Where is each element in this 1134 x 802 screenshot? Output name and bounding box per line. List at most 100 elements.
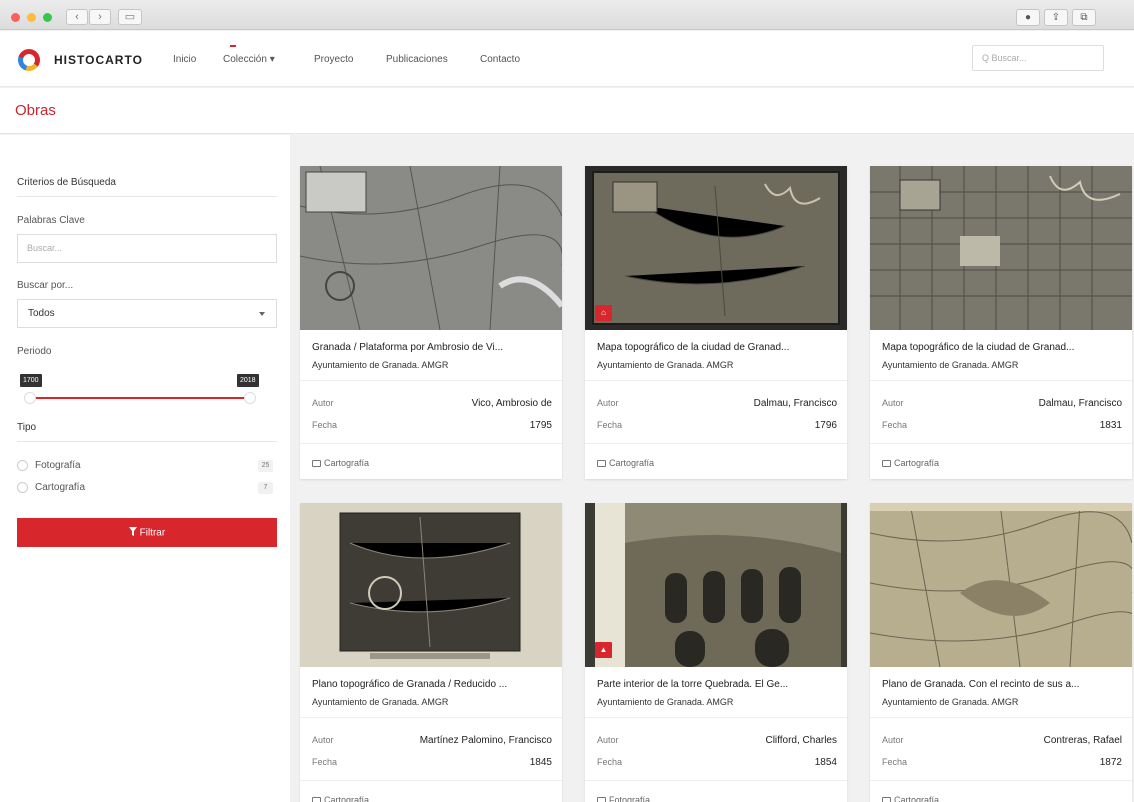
card-meta: Autor Vico, Ambrosio de Fecha 1795	[300, 380, 562, 444]
filter-button[interactable]: Filtrar	[17, 518, 277, 547]
card-thumbnail[interactable]	[300, 166, 562, 330]
author-key: Autor	[882, 398, 904, 408]
date-key: Fecha	[597, 420, 623, 430]
photo-badge-icon: ▲	[595, 642, 612, 658]
sidebar-toggle-icon[interactable]: ▭	[118, 9, 142, 25]
result-card[interactable]: Mapa topográfico de la ciudad de Granad.…	[870, 166, 1132, 479]
period-slider-track[interactable]	[30, 397, 250, 399]
card-title[interactable]: Plano de Granada. Con el recinto de sus …	[882, 679, 1122, 690]
author-key: Autor	[882, 735, 904, 745]
period-label: Periodo	[17, 346, 52, 357]
photo-icon	[597, 797, 606, 802]
card-owner: Ayuntamiento de Granada. AMGR	[882, 697, 1019, 707]
close-window-icon[interactable]	[11, 13, 20, 22]
extension-icon[interactable]: ●	[1016, 9, 1040, 26]
type-checkbox-cartografia[interactable]	[17, 482, 28, 493]
nav-item-coleccion[interactable]: Colección ▾	[223, 54, 275, 65]
card-owner: Ayuntamiento de Granada. AMGR	[312, 360, 449, 370]
card-thumbnail[interactable]	[585, 503, 847, 667]
card-owner: Ayuntamiento de Granada. AMGR	[882, 360, 1019, 370]
author-value: Contreras, Rafael	[1043, 735, 1122, 746]
page-header: Obras	[0, 88, 1134, 134]
card-thumbnail[interactable]	[870, 166, 1132, 330]
tabs-icon[interactable]: ⧉	[1072, 9, 1096, 26]
map-icon	[312, 797, 321, 802]
forward-icon[interactable]: ›	[89, 9, 111, 25]
period-max-value: 2018	[237, 374, 259, 387]
card-title[interactable]: Plano topográfico de Granada / Reducido …	[312, 679, 552, 690]
search-input[interactable]: Q Buscar...	[972, 45, 1104, 71]
divider	[17, 196, 277, 197]
type-checkbox-fotografia[interactable]	[17, 460, 28, 471]
period-slider-min-handle[interactable]	[24, 392, 36, 404]
share-icon[interactable]: ⇪	[1044, 9, 1068, 26]
type-count-cartografia: 7	[258, 482, 273, 494]
author-value: Vico, Ambrosio de	[471, 398, 552, 409]
logo-icon[interactable]	[18, 49, 40, 71]
period-slider-max-handle[interactable]	[244, 392, 256, 404]
card-owner: Ayuntamiento de Granada. AMGR	[312, 697, 449, 707]
author-key: Autor	[312, 398, 334, 408]
brand-name[interactable]: HISTOCARTO	[54, 53, 143, 67]
map-icon	[312, 460, 321, 467]
card-meta: Autor Martínez Palomino, Francisco Fecha 18…	[300, 717, 562, 781]
date-value: 1796	[814, 420, 837, 431]
back-icon[interactable]: ‹	[66, 9, 88, 25]
card-type-label: Fotografía	[609, 795, 651, 802]
result-card[interactable]: Granada / Plataforma por Ambrosio de Vi.…	[300, 166, 562, 479]
keywords-input[interactable]: Buscar...	[17, 234, 277, 263]
divider	[17, 441, 277, 442]
author-value: Dalmau, Francisco	[1038, 398, 1122, 409]
date-value: 1831	[1099, 420, 1122, 431]
funnel-icon	[128, 526, 140, 539]
card-type-label: Cartografía	[894, 458, 940, 468]
card-owner: Ayuntamiento de Granada. AMGR	[597, 697, 734, 707]
result-card[interactable]: ⌂ Mapa topográfico de la ciudad de Granad…	[585, 166, 847, 479]
type-heading: Tipo	[17, 422, 37, 433]
date-key: Fecha	[882, 757, 908, 767]
card-thumbnail[interactable]	[585, 166, 847, 330]
map-badge-icon: ⌂	[595, 305, 612, 321]
card-type-label: Cartografía	[894, 795, 940, 802]
card-meta: Autor Dalmau, Francisco Fecha 1796	[585, 380, 847, 444]
nav-item-proyecto[interactable]: Proyecto	[314, 54, 353, 65]
site-navbar: HISTOCARTO Inicio Colección ▾ Proyecto P…	[0, 31, 1134, 87]
result-card[interactable]: Plano de Granada. Con el recinto de sus …	[870, 503, 1132, 802]
card-title[interactable]: Parte interior de la torre Quebrada. El …	[597, 679, 837, 690]
card-thumbnail[interactable]	[300, 503, 562, 667]
author-key: Autor	[597, 735, 619, 745]
card-type: Cartografía	[597, 458, 654, 468]
author-value: Martínez Palomino, Francisco	[419, 735, 552, 746]
criteria-heading: Criterios de Búsqueda	[17, 177, 116, 188]
nav-item-inicio[interactable]: Inicio	[173, 54, 196, 65]
map-icon	[882, 460, 891, 467]
card-owner: Ayuntamiento de Granada. AMGR	[597, 360, 734, 370]
nav-item-publicaciones[interactable]: Publicaciones	[386, 54, 448, 65]
searchby-select[interactable]: Todos	[17, 299, 277, 328]
card-title[interactable]: Granada / Plataforma por Ambrosio de Vi.…	[312, 342, 552, 353]
date-value: 1854	[814, 757, 837, 768]
card-title[interactable]: Mapa topográfico de la ciudad de Granad.…	[882, 342, 1122, 353]
filter-sidebar: Criterios de Búsqueda Palabras Clave Bus…	[0, 135, 290, 802]
author-value: Clifford, Charles	[765, 735, 837, 746]
date-value: 1872	[1099, 757, 1122, 768]
card-type-label: Cartografía	[324, 458, 370, 468]
card-type: Cartografía	[312, 795, 369, 802]
card-type-label: Cartografía	[324, 795, 370, 802]
maximize-window-icon[interactable]	[43, 13, 52, 22]
type-count-fotografia: 25	[258, 460, 273, 472]
card-meta: Autor Clifford, Charles Fecha 1854	[585, 717, 847, 781]
nav-item-contacto[interactable]: Contacto	[480, 54, 520, 65]
map-icon	[597, 460, 606, 467]
card-type: Cartografía	[882, 795, 939, 802]
date-key: Fecha	[312, 420, 338, 430]
result-card[interactable]: ▲ Parte interior de la torre Quebrada. El…	[585, 503, 847, 802]
minimize-window-icon[interactable]	[27, 13, 36, 22]
chevron-down-icon	[259, 312, 265, 316]
date-key: Fecha	[312, 757, 338, 767]
type-label-fotografia[interactable]: Fotografía	[35, 460, 81, 471]
result-card[interactable]: Plano topográfico de Granada / Reducido …	[300, 503, 562, 802]
type-label-cartografia[interactable]: Cartografía	[35, 482, 85, 493]
card-title[interactable]: Mapa topográfico de la ciudad de Granad.…	[597, 342, 837, 353]
card-thumbnail[interactable]	[870, 503, 1132, 667]
